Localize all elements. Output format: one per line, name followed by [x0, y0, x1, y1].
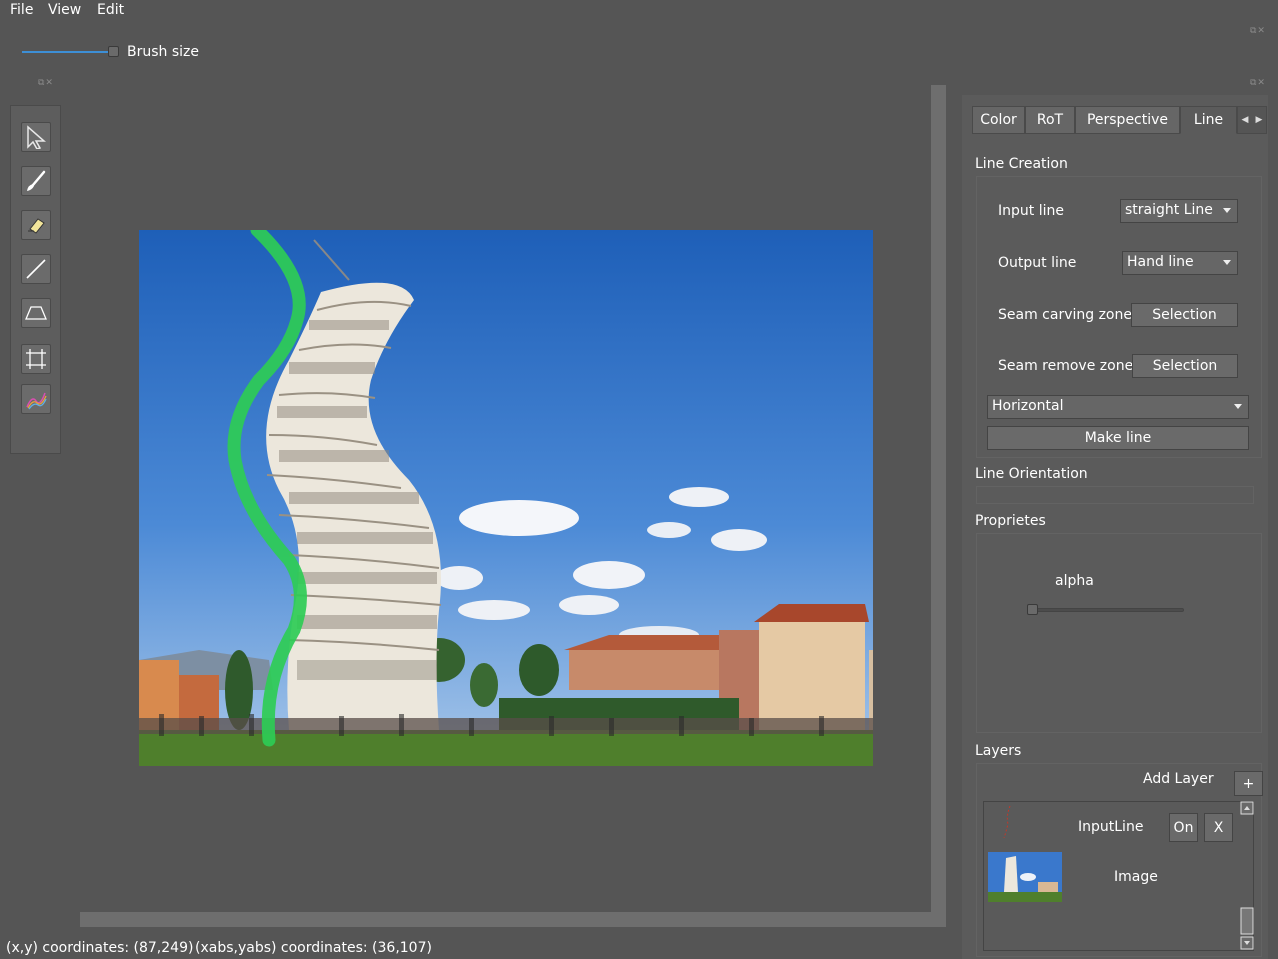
eraser-icon	[28, 218, 45, 234]
chevron-down-icon	[1223, 260, 1231, 265]
seam-carving-selection-button[interactable]: Selection	[1131, 303, 1238, 327]
color-spray-tool-button[interactable]	[21, 384, 51, 414]
crop-icon	[26, 349, 46, 369]
tab-scroll-left-icon[interactable]: ◀	[1242, 115, 1249, 125]
brush-size-label: Brush size	[127, 44, 199, 60]
chevron-down-icon	[1223, 208, 1231, 213]
toolbox	[10, 105, 61, 454]
tab-perspective[interactable]: Perspective	[1075, 106, 1180, 134]
output-line-combo[interactable]: Hand line	[1122, 251, 1238, 275]
color-spray-icon	[26, 392, 47, 410]
brush-size-slider-track[interactable]	[22, 51, 110, 53]
image-layer-thumbnail	[988, 852, 1062, 902]
add-layer-label: Add Layer	[1143, 771, 1214, 787]
layer-inputline-name: InputLine	[1078, 819, 1144, 835]
layers-scrollbar[interactable]	[1240, 801, 1254, 951]
dock-float-close-icon[interactable]: ⧉✕	[1250, 26, 1266, 36]
layer-image-name: Image	[1114, 869, 1158, 885]
line-tool-button[interactable]	[21, 254, 51, 284]
orientation-value: Horizontal	[992, 398, 1064, 414]
tab-rot[interactable]: RoT	[1025, 106, 1075, 134]
layers-title: Layers	[975, 743, 1022, 759]
canvas-horizontal-scrollbar[interactable]	[80, 912, 932, 927]
right-dock-buttons-icon[interactable]: ⧉✕	[1250, 78, 1266, 88]
line-icon	[26, 259, 46, 279]
alpha-label: alpha	[1055, 573, 1094, 589]
tab-scroll-right-icon[interactable]: ▶	[1256, 115, 1263, 125]
line-orientation-title: Line Orientation	[975, 466, 1088, 482]
eraser-tool-button[interactable]	[21, 210, 51, 240]
status-xy-coordinates: (x,y) coordinates: (87,249)	[6, 940, 194, 956]
input-line-combo[interactable]: straight Line	[1120, 199, 1238, 223]
tab-line[interactable]: Line	[1180, 106, 1237, 134]
brush-tool-button[interactable]	[21, 166, 51, 196]
select-tool-button[interactable]	[21, 122, 51, 152]
select-arrow-icon	[27, 125, 46, 149]
input-line-label: Input line	[998, 203, 1064, 219]
menu-bar: File View Edit	[0, 0, 1278, 22]
perspective-tool-button[interactable]	[21, 298, 51, 328]
orientation-combo[interactable]: Horizontal	[987, 395, 1249, 419]
seam-remove-selection-button[interactable]: Selection	[1132, 354, 1238, 378]
crop-tool-button[interactable]	[21, 344, 51, 374]
toolbox-dock-buttons-icon[interactable]: ⧉✕	[38, 78, 54, 88]
leaning-tower-photo	[139, 230, 873, 766]
seam-remove-zone-label: Seam remove zone	[998, 358, 1134, 374]
line-creation-title: Line Creation	[975, 156, 1068, 172]
layer-inputline-on-button[interactable]: On	[1169, 813, 1198, 842]
tab-color[interactable]: Color	[972, 106, 1025, 134]
brush-icon	[27, 170, 46, 191]
image-thumbnail-icon	[988, 852, 1062, 902]
line-orientation-group	[976, 486, 1254, 504]
canvas-vertical-scrollbar[interactable]	[931, 85, 946, 927]
input-line-value: straight Line	[1125, 202, 1213, 218]
brush-size-slider-handle[interactable]	[108, 46, 119, 57]
alpha-slider-track[interactable]	[1030, 608, 1184, 612]
tab-scroll-arrows[interactable]: ◀ ▶	[1237, 106, 1267, 134]
chevron-down-icon	[1234, 404, 1242, 409]
status-abs-coordinates: (xabs,yabs) coordinates: (36,107)	[195, 940, 432, 956]
properties-group	[976, 533, 1262, 733]
output-line-label: Output line	[998, 255, 1077, 271]
perspective-icon	[25, 306, 47, 320]
menu-view[interactable]: View	[48, 2, 81, 18]
menu-file[interactable]: File	[10, 2, 33, 18]
menu-edit[interactable]: Edit	[97, 2, 124, 18]
alpha-slider-handle[interactable]	[1027, 604, 1038, 615]
add-layer-button[interactable]: +	[1234, 771, 1263, 796]
layer-inputline-remove-button[interactable]: X	[1204, 813, 1233, 842]
output-line-value: Hand line	[1127, 254, 1194, 270]
seam-carving-zone-label: Seam carving zone	[998, 307, 1132, 323]
image-canvas[interactable]	[139, 230, 873, 766]
properties-title: Proprietes	[975, 513, 1046, 529]
inputline-thumbnail-icon	[1003, 806, 1011, 838]
layers-scrollbar-graphic	[1240, 801, 1254, 950]
make-line-button[interactable]: Make line	[987, 426, 1249, 450]
